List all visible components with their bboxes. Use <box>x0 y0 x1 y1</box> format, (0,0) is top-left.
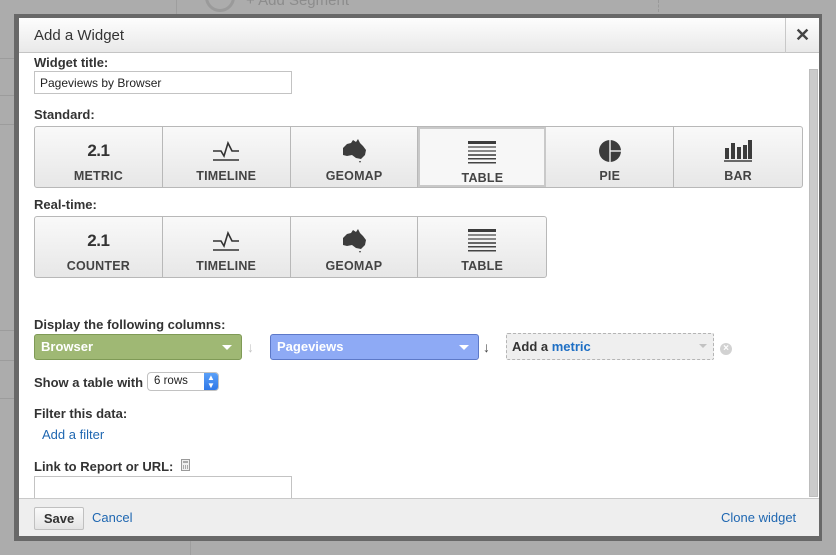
background-divider <box>0 330 14 331</box>
viz-realtime-timeline[interactable]: TIMELINE <box>163 217 291 277</box>
viz-label: TIMELINE <box>196 259 257 273</box>
viz-standard-timeline[interactable]: TIMELINE <box>163 127 291 187</box>
metric-2.1-icon: 2.1 <box>87 141 110 160</box>
timeline-icon <box>211 226 241 256</box>
viz-standard-geomap[interactable]: GEOMAP <box>291 127 419 187</box>
columns-label: Display the following columns: <box>34 317 226 332</box>
background-divider <box>0 398 14 399</box>
viz-realtime-table[interactable]: TABLE <box>418 217 546 277</box>
dialog-title: Add a Widget <box>34 27 125 44</box>
remove-column-icon[interactable]: × <box>720 343 732 355</box>
viz-label: METRIC <box>73 169 123 183</box>
cancel-link[interactable]: Cancel <box>92 510 132 525</box>
chevron-down-icon <box>699 344 707 348</box>
widget-title-input[interactable] <box>34 71 292 94</box>
dimension-value: Browser <box>41 339 94 354</box>
close-icon: ✕ <box>794 25 811 45</box>
viz-standard-metric[interactable]: 2.1 METRIC <box>35 127 163 187</box>
viz-label: TABLE <box>461 171 504 185</box>
background-divider <box>0 124 14 125</box>
add-filter-link[interactable]: Add a filter <box>42 427 104 442</box>
viz-standard-pie[interactable]: PIE <box>546 127 675 187</box>
dimension-select[interactable]: Browser <box>34 334 242 360</box>
add-widget-dialog: Add a Widget ✕ Widget title: Standard: 2… <box>19 18 819 536</box>
standard-label: Standard: <box>34 107 95 122</box>
sort-arrow-icon[interactable]: ↓ <box>483 340 490 354</box>
select-stepper-icon: ▲ ▼ <box>204 373 218 390</box>
viz-label: TABLE <box>461 259 503 273</box>
dialog-footer: Save Cancel Clone widget <box>19 498 819 536</box>
timeline-icon <box>211 136 241 166</box>
table-icon <box>468 226 497 256</box>
viz-standard-bar[interactable]: BAR <box>674 127 802 187</box>
bar-chart-icon <box>724 136 753 166</box>
link-url-input[interactable] <box>34 476 292 499</box>
add-metric-select[interactable]: Add a metric <box>506 333 714 360</box>
save-button[interactable]: Save <box>34 507 84 530</box>
dialog-header: Add a Widget ✕ <box>19 18 819 53</box>
add-metric-prefix: Add a <box>512 339 549 354</box>
australia-map-icon <box>340 226 368 256</box>
sort-arrow-icon[interactable]: ↓ <box>247 340 254 354</box>
add-segment-link: + Add Segment <box>246 0 349 9</box>
background-divider <box>0 58 14 59</box>
viz-label: GEOMAP <box>325 169 383 183</box>
viz-label: GEOMAP <box>325 259 383 273</box>
chevron-down-icon <box>459 345 469 350</box>
background-divider <box>658 0 659 12</box>
background-divider <box>176 0 177 14</box>
standard-viz-group: 2.1 METRIC TIMELINE GEOMAP TABLE PIE BAR <box>34 126 803 188</box>
viz-label: COUNTER <box>66 259 130 273</box>
viz-realtime-geomap[interactable]: GEOMAP <box>291 217 419 277</box>
metric-value: Pageviews <box>277 339 344 354</box>
pie-icon <box>597 136 623 166</box>
viz-realtime-counter[interactable]: 2.1 COUNTER <box>35 217 163 277</box>
metric-select[interactable]: Pageviews <box>270 334 479 360</box>
link-label: Link to Report or URL: <box>34 459 174 474</box>
viz-label: PIE <box>599 169 621 183</box>
realtime-viz-group: 2.1 COUNTER TIMELINE GEOMAP TABLE <box>34 216 547 278</box>
widget-title-label: Widget title: <box>34 55 109 70</box>
background-divider <box>190 540 191 555</box>
add-metric-link[interactable]: metric <box>552 339 591 354</box>
scrollbar[interactable] <box>809 69 818 497</box>
australia-map-icon <box>340 136 368 166</box>
filter-label: Filter this data: <box>34 406 128 421</box>
rows-select[interactable]: 6 rows ▲ ▼ <box>147 372 219 391</box>
counter-2.1-icon: 2.1 <box>87 231 110 250</box>
segment-circle-icon <box>205 0 235 12</box>
clone-widget-link[interactable]: Clone widget <box>721 510 796 525</box>
dialog-body: Widget title: Standard: 2.1 METRIC TIMEL… <box>19 54 819 499</box>
chevron-down-icon <box>222 345 232 350</box>
rows-label: Show a table with <box>34 375 144 390</box>
realtime-label: Real-time: <box>34 197 97 212</box>
close-button[interactable]: ✕ <box>785 18 819 53</box>
rows-value: 6 rows <box>154 375 188 387</box>
viz-label: BAR <box>724 169 752 183</box>
viz-label: TIMELINE <box>196 169 257 183</box>
background-divider <box>0 360 14 361</box>
viz-standard-table[interactable]: TABLE <box>418 127 547 187</box>
background-divider <box>0 95 14 96</box>
report-picker-icon[interactable] <box>181 459 190 471</box>
table-icon <box>468 138 497 168</box>
